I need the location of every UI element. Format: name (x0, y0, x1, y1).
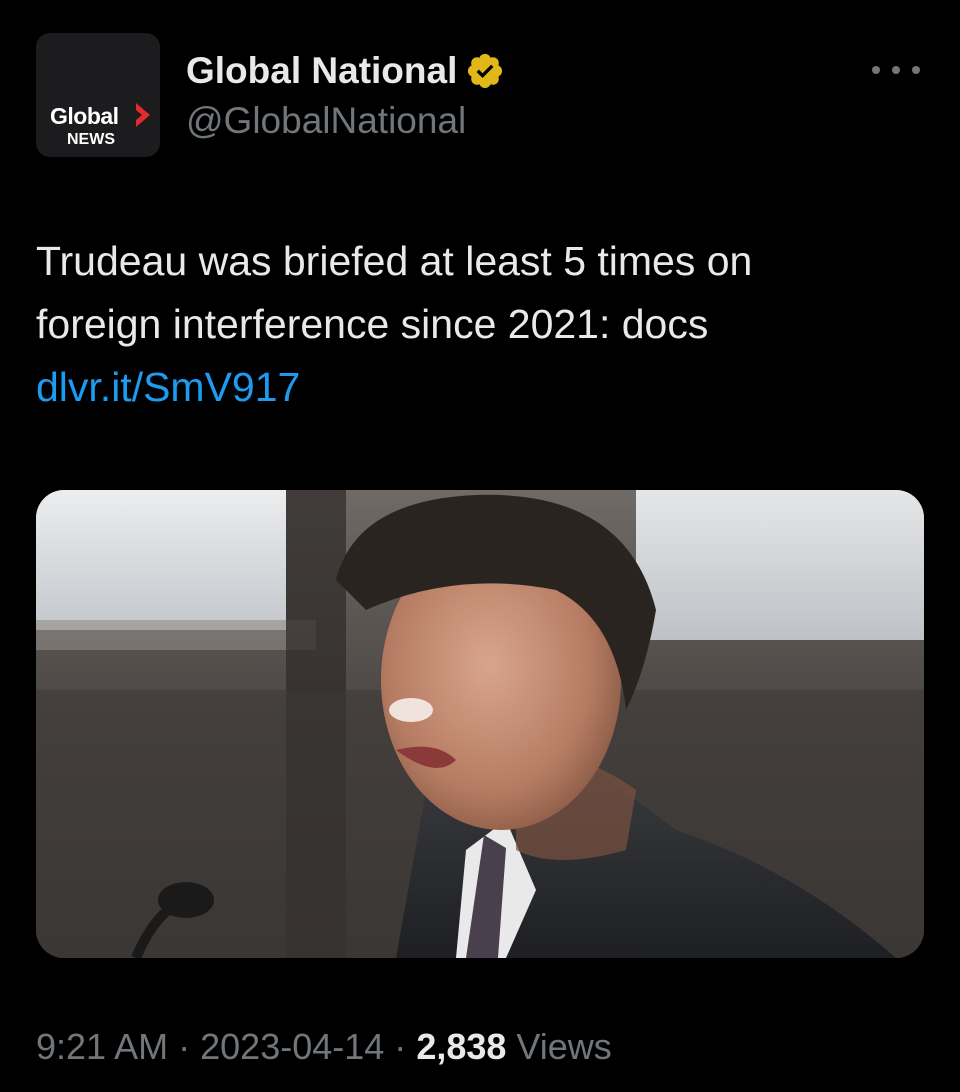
display-name[interactable]: Global National (186, 50, 457, 92)
more-options-button[interactable] (872, 58, 920, 82)
account-handle[interactable]: @GlobalNational (186, 100, 466, 142)
more-horizontal-icon-dot (892, 66, 900, 74)
avatar-brand-sub-text: NEWS (67, 131, 115, 148)
tweet-media-image[interactable] (36, 490, 924, 958)
display-name-row[interactable]: Global National (186, 46, 505, 96)
meta-separator: · (394, 1026, 407, 1067)
tweet-text-line: Trudeau was briefed at least 5 times on (36, 238, 753, 284)
more-horizontal-icon-dot (912, 66, 920, 74)
meta-separator: · (178, 1026, 191, 1067)
tweet-meta: 9:21 AM · 2023-04-14 · 2,838 Views (36, 1026, 612, 1068)
avatar-brand-text: Global (50, 103, 119, 129)
news-photo (36, 490, 924, 958)
tweet-date[interactable]: 2023-04-14 (200, 1026, 384, 1067)
views-label: Views (516, 1026, 612, 1067)
more-horizontal-icon-dot (872, 66, 880, 74)
tweet-text-line: foreign interference since 2021: docs (36, 301, 709, 347)
tweet-time[interactable]: 9:21 AM (36, 1026, 168, 1067)
verified-badge-icon (468, 53, 503, 89)
avatar[interactable]: Global NEWS (36, 33, 160, 157)
tweet-text: Trudeau was briefed at least 5 times on … (36, 230, 916, 419)
tweet-link[interactable]: dlvr.it/SmV917 (36, 356, 916, 419)
views-count[interactable]: 2,838 (416, 1026, 506, 1067)
global-news-logo-icon (136, 103, 150, 127)
